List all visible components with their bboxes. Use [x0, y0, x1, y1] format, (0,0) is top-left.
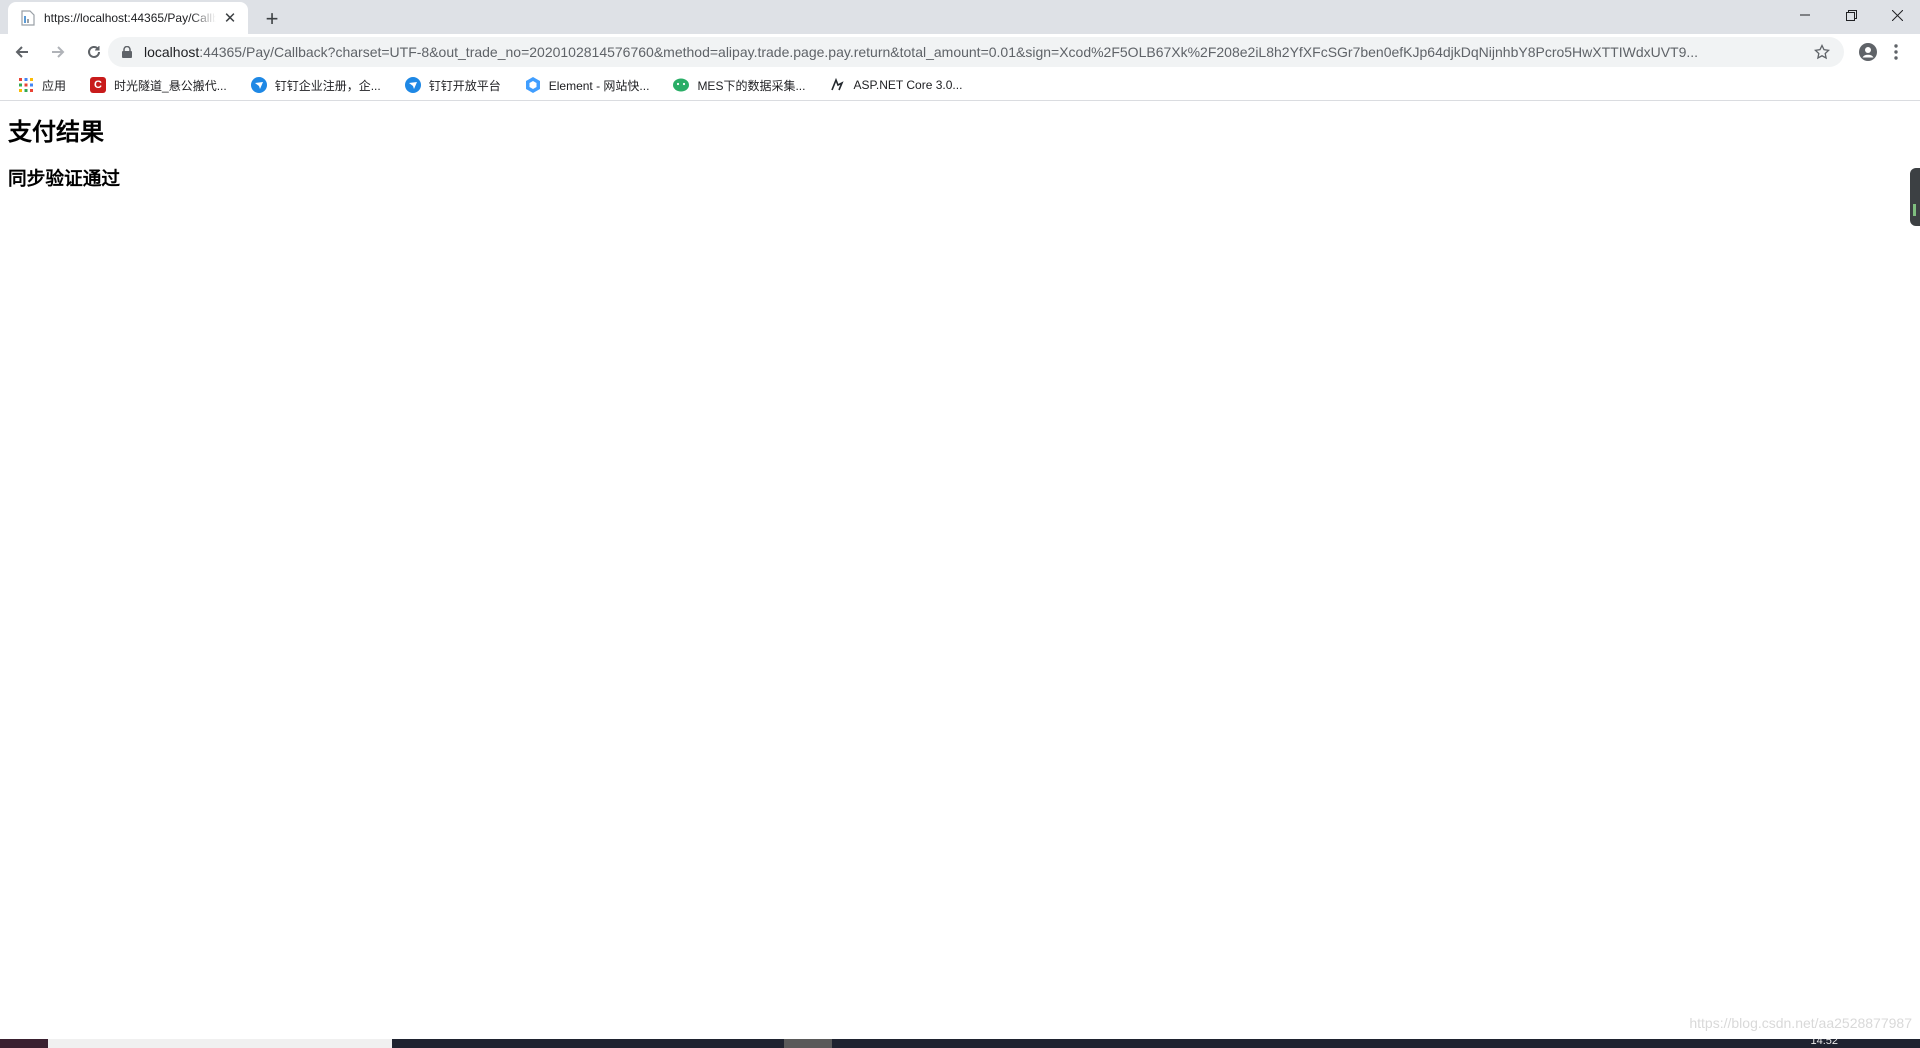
wechat-icon [673, 77, 690, 93]
window-controls [1782, 0, 1920, 30]
browser-toolbar: localhost:44365/Pay/Callback?charset=UTF… [0, 34, 1920, 70]
taskbar-clock: 14:52 [1810, 1039, 1838, 1047]
csdn-icon: C [90, 77, 107, 93]
minimize-button[interactable] [1782, 0, 1828, 30]
new-tab-button[interactable]: + [258, 5, 286, 33]
lock-icon[interactable] [120, 45, 134, 59]
page-content: 支付结果 同步验证通过 https://blog.csdn.net/aa2528… [0, 102, 1920, 1039]
tab-title: https://localhost:44365/Pay/Callback [44, 11, 216, 25]
url-text[interactable]: localhost:44365/Pay/Callback?charset=UTF… [144, 44, 1802, 60]
arrow-right-icon [52, 46, 65, 58]
dingtalk-icon [250, 77, 267, 93]
reload-button[interactable] [80, 38, 108, 66]
page-document-icon [20, 10, 36, 26]
bookmark-label: MES下的数据采集... [697, 78, 806, 93]
watermark-text: https://blog.csdn.net/aa2528877987 [1689, 1015, 1912, 1031]
bookmark-wechat[interactable]: MES下的数据采集... [667, 73, 811, 97]
taskbar-app-active[interactable] [784, 1039, 832, 1048]
url-host: localhost [144, 44, 200, 60]
url-path: :44365/Pay/Callback?charset=UTF-8&out_tr… [199, 44, 1699, 60]
forward-button[interactable] [44, 38, 72, 66]
bookmark-csdn[interactable]: C 时光隧道_悬公搬代... [84, 73, 233, 97]
reload-icon [88, 45, 100, 58]
bookmarks-bar: 应用 C 时光隧道_悬公搬代... 钉钉企业注册，企... 钉钉开放平台 Ele… [0, 70, 1920, 101]
element-icon [525, 77, 541, 93]
apps-grid-icon [18, 77, 34, 93]
extension-side-handle[interactable] [1910, 168, 1920, 226]
taskbar-search-box[interactable] [48, 1039, 392, 1048]
bookmark-apps[interactable]: 应用 [12, 73, 72, 97]
profile-avatar-icon[interactable] [1858, 42, 1878, 62]
bookmark-dingtalk-open[interactable]: 钉钉开放平台 [399, 73, 507, 97]
github-icon [829, 77, 845, 93]
os-taskbar: 14:52 [0, 1039, 1920, 1048]
address-bar[interactable]: localhost:44365/Pay/Callback?charset=UTF… [108, 37, 1844, 67]
bookmark-label: ASP.NET Core 3.0... [853, 78, 963, 92]
back-button[interactable] [8, 38, 36, 66]
bookmark-aspnet[interactable]: ASP.NET Core 3.0... [823, 73, 968, 97]
close-tab-icon[interactable]: ✕ [222, 10, 238, 27]
close-window-button[interactable] [1874, 0, 1920, 30]
bookmark-label: 应用 [42, 78, 67, 93]
taskbar-start-segment[interactable] [0, 1039, 48, 1048]
browser-tab-active[interactable]: https://localhost:44365/Pay/Callback ✕ [8, 2, 248, 34]
bookmark-label: Element - 网站快... [548, 78, 650, 93]
bookmark-element[interactable]: Element - 网站快... [519, 73, 656, 97]
verification-status: 同步验证通过 [8, 169, 121, 190]
kebab-menu-icon[interactable] [1886, 42, 1906, 62]
restore-button[interactable] [1828, 0, 1874, 30]
bookmark-dingtalk-register[interactable]: 钉钉企业注册，企... [245, 73, 387, 97]
bookmark-label: 时光隧道_悬公搬代... [114, 78, 227, 93]
bookmark-label: 钉钉开放平台 [428, 78, 501, 93]
bookmark-label: 钉钉企业注册，企... [274, 78, 381, 93]
dingtalk-icon [404, 77, 421, 93]
tab-strip: https://localhost:44365/Pay/Callback ✕ + [0, 0, 1920, 34]
bookmark-star-icon[interactable] [1812, 42, 1832, 62]
page-title: 支付结果 [8, 118, 104, 146]
arrow-left-icon [15, 46, 28, 58]
